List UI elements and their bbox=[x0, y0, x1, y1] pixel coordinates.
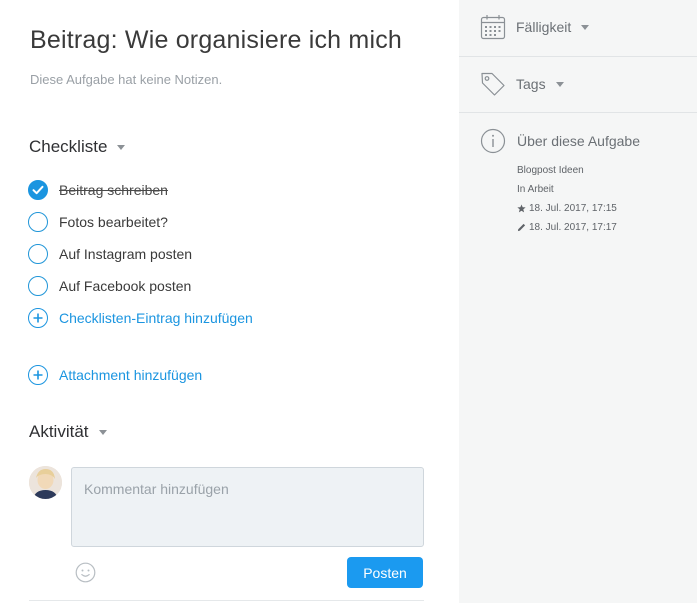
info-icon-wrap bbox=[480, 128, 506, 154]
add-attachment-label: Attachment hinzufügen bbox=[59, 367, 203, 383]
tags-label: Tags bbox=[516, 76, 546, 92]
checklist-item-label: Fotos bearbeitet? bbox=[59, 214, 168, 230]
due-date-button[interactable]: Fälligkeit bbox=[480, 14, 590, 40]
caret-down-icon bbox=[117, 144, 126, 150]
checklist-item[interactable]: Fotos bearbeitet? bbox=[28, 212, 168, 232]
created-date: 18. Jul. 2017, 17:15 bbox=[529, 203, 617, 214]
check-icon bbox=[32, 185, 44, 195]
activity-heading-label: Aktivität bbox=[29, 422, 89, 441]
list-name-link[interactable]: Blogpost Ideen bbox=[517, 165, 584, 176]
checklist-item[interactable]: Beitrag schreiben bbox=[28, 180, 168, 200]
section-name: In Arbeit bbox=[517, 184, 554, 195]
edited-info: 18. Jul. 2017, 17:17 bbox=[517, 222, 617, 233]
checklist-heading[interactable]: Checkliste bbox=[29, 137, 126, 157]
calendar-icon bbox=[480, 14, 506, 40]
created-info: 18. Jul. 2017, 17:15 bbox=[517, 203, 617, 214]
post-comment-button[interactable]: Posten bbox=[347, 557, 423, 588]
checklist-item-label: Auf Instagram posten bbox=[59, 246, 193, 262]
smiley-icon[interactable] bbox=[75, 562, 96, 583]
info-icon bbox=[480, 128, 506, 154]
pencil-icon bbox=[517, 223, 526, 232]
checkbox[interactable] bbox=[28, 212, 48, 232]
sidebar-divider bbox=[459, 112, 697, 113]
checklist-item-label: Beitrag schreiben bbox=[59, 182, 168, 198]
plus-icon bbox=[28, 308, 48, 328]
star-icon bbox=[517, 204, 526, 213]
comment-input[interactable] bbox=[71, 467, 424, 547]
add-attachment-button[interactable]: Attachment hinzufügen bbox=[28, 365, 202, 385]
checklist-item-label: Auf Facebook posten bbox=[59, 278, 192, 294]
add-checklist-item-button[interactable]: Checklisten-Eintrag hinzufügen bbox=[28, 308, 253, 328]
task-title[interactable]: Beitrag: Wie organisiere ich mich bbox=[30, 26, 402, 55]
list-name: Blogpost Ideen bbox=[517, 165, 584, 176]
caret-down-icon bbox=[98, 429, 107, 435]
tag-icon bbox=[480, 71, 506, 97]
edited-date: 18. Jul. 2017, 17:17 bbox=[529, 222, 617, 233]
task-notes[interactable]: Diese Aufgabe hat keine Notizen. bbox=[30, 72, 222, 87]
sidebar-divider bbox=[459, 56, 697, 57]
avatar bbox=[29, 466, 62, 499]
plus-icon bbox=[28, 365, 48, 385]
checkbox[interactable] bbox=[28, 276, 48, 296]
tags-button[interactable]: Tags bbox=[480, 71, 564, 97]
activity-heading[interactable]: Aktivität bbox=[29, 422, 107, 442]
about-task-title: Über diese Aufgabe bbox=[517, 133, 640, 149]
section-name-link[interactable]: In Arbeit bbox=[517, 184, 554, 195]
checkbox[interactable] bbox=[28, 244, 48, 264]
task-detail-panel: Beitrag: Wie organisiere ich mich Diese … bbox=[0, 0, 459, 603]
checklist-heading-label: Checkliste bbox=[29, 137, 108, 156]
checkbox-checked[interactable] bbox=[28, 180, 48, 200]
divider bbox=[29, 600, 424, 601]
add-checklist-item-label: Checklisten-Eintrag hinzufügen bbox=[59, 310, 253, 326]
due-date-label: Fälligkeit bbox=[516, 19, 572, 35]
caret-down-icon bbox=[555, 81, 564, 87]
caret-down-icon bbox=[581, 24, 590, 30]
checklist-item[interactable]: Auf Facebook posten bbox=[28, 276, 191, 296]
checklist-item[interactable]: Auf Instagram posten bbox=[28, 244, 192, 264]
